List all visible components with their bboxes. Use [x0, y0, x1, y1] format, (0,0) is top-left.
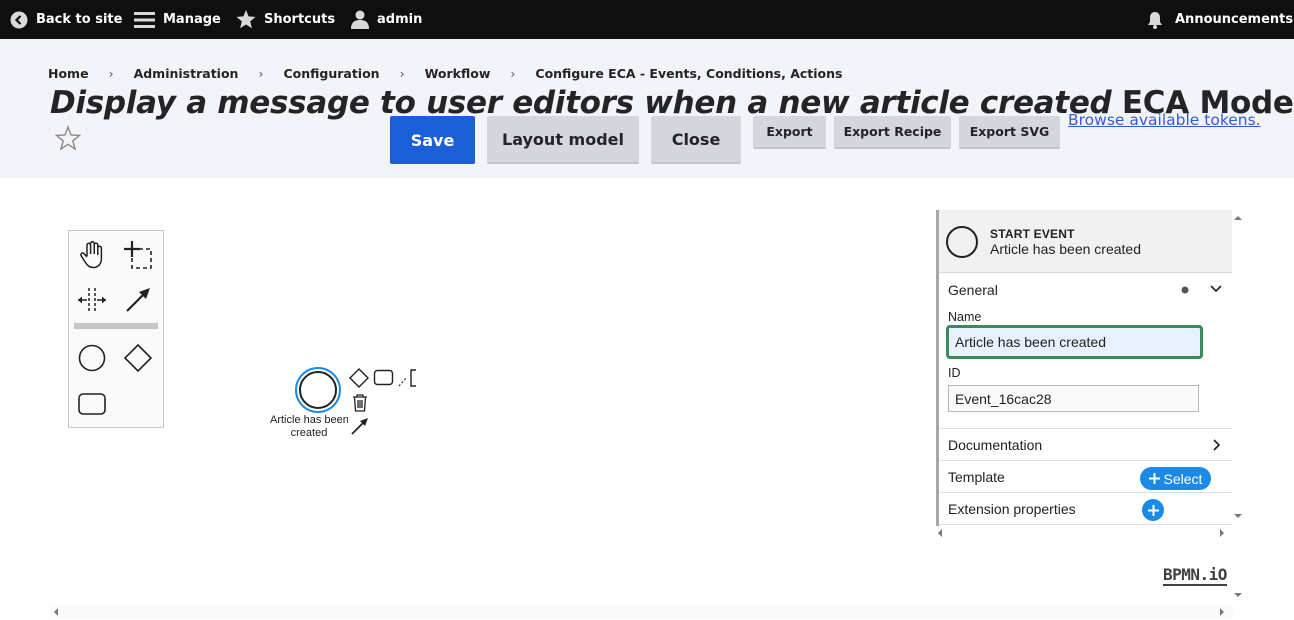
- breadcrumb-separator-icon: ›: [258, 66, 264, 81]
- breadcrumb-home[interactable]: Home: [48, 66, 89, 81]
- breadcrumb-separator-icon: ›: [399, 66, 405, 81]
- global-connect-tool[interactable]: [118, 280, 158, 320]
- layout-model-button[interactable]: Layout model: [487, 116, 639, 164]
- name-field[interactable]: Article has been created: [946, 325, 1203, 359]
- start-event-icon: [946, 226, 978, 258]
- breadcrumb-configuration[interactable]: Configuration: [283, 66, 379, 81]
- start-event-node[interactable]: [294, 366, 342, 414]
- connect-arrow-icon: [126, 288, 150, 312]
- start-event-label: Article has been created: [270, 414, 348, 439]
- manage-label: Manage: [163, 12, 221, 27]
- favorite-star-icon[interactable]: [55, 125, 81, 151]
- breadcrumb: Home › Administration › Configuration › …: [48, 66, 842, 81]
- user-icon: [351, 10, 369, 29]
- chevron-down-icon[interactable]: [1210, 284, 1222, 294]
- canvas-horizontal-scrollbar[interactable]: [50, 605, 1234, 619]
- append-gateway-icon[interactable]: [349, 368, 369, 388]
- user-menu[interactable]: admin: [351, 0, 422, 39]
- back-to-site-link[interactable]: Back to site: [10, 0, 122, 39]
- create-gateway-tool[interactable]: [118, 338, 158, 378]
- properties-header: START EVENT Article has been created: [939, 210, 1232, 273]
- hand-tool[interactable]: [72, 235, 112, 275]
- bell-icon: [1148, 11, 1162, 29]
- breadcrumb-workflow[interactable]: Workflow: [425, 66, 491, 81]
- general-group-header[interactable]: General: [948, 282, 998, 298]
- star-icon: [236, 10, 256, 29]
- append-task-icon[interactable]: [373, 369, 395, 387]
- canvas-scroll-down-icon[interactable]: [1233, 590, 1243, 600]
- canvas-scroll-right-icon[interactable]: [1217, 607, 1227, 617]
- panel-scroll-left-icon[interactable]: [935, 528, 945, 538]
- chevron-right-icon: [1213, 439, 1220, 451]
- create-start-event-tool[interactable]: [72, 338, 112, 378]
- bpmn-io-logo[interactable]: BPMN.iO: [1163, 566, 1227, 586]
- id-field[interactable]: Event_16cac28: [948, 385, 1199, 412]
- palette-separator: [74, 323, 158, 329]
- export-svg-button[interactable]: Export SVG: [959, 116, 1060, 149]
- panel-scroll-right-icon[interactable]: [1217, 528, 1227, 538]
- modeler-palette: [68, 230, 164, 428]
- page-header: Home › Administration › Configuration › …: [0, 39, 1294, 178]
- properties-panel: START EVENT Article has been created Gen…: [936, 210, 1232, 526]
- documentation-header: Documentation: [948, 437, 1043, 453]
- connect-arrow-icon[interactable]: [350, 416, 370, 436]
- documentation-group[interactable]: Documentation: [939, 429, 1232, 461]
- dot-indicator-icon: [1181, 286, 1189, 294]
- delete-trash-icon[interactable]: [350, 393, 370, 413]
- hand-icon: [80, 241, 103, 269]
- shortcuts-menu[interactable]: Shortcuts: [236, 0, 335, 39]
- task-icon: [78, 393, 106, 415]
- breadcrumb-separator-icon: ›: [108, 66, 114, 81]
- space-tool[interactable]: [72, 280, 112, 320]
- lasso-icon: [124, 241, 152, 269]
- hamburger-icon: [134, 11, 155, 28]
- canvas-scroll-left-icon[interactable]: [51, 607, 61, 617]
- manage-menu[interactable]: Manage: [134, 0, 221, 39]
- template-header: Template: [948, 469, 1005, 485]
- save-button[interactable]: Save: [390, 116, 475, 164]
- user-label: admin: [377, 12, 423, 27]
- export-button[interactable]: Export: [753, 116, 826, 149]
- create-task-tool[interactable]: [72, 384, 112, 424]
- element-name: Article has been created: [990, 241, 1141, 257]
- text-annotation-icon[interactable]: [397, 368, 419, 388]
- plus-icon: [1148, 473, 1160, 484]
- select-label: Select: [1163, 470, 1203, 487]
- announcements-link[interactable]: Announcements: [1147, 0, 1293, 39]
- plus-icon: [1147, 504, 1159, 516]
- announcements-label: Announcements: [1175, 12, 1294, 27]
- breadcrumb-configure-eca[interactable]: Configure ECA - Events, Conditions, Acti…: [535, 66, 842, 81]
- browse-tokens-link[interactable]: Browse available tokens.: [1068, 111, 1261, 129]
- lasso-tool[interactable]: [118, 235, 158, 275]
- back-to-site-label: Back to site: [36, 12, 123, 27]
- template-select-button[interactable]: Select: [1140, 467, 1211, 490]
- breadcrumb-separator-icon: ›: [510, 66, 516, 81]
- panel-scroll-up-icon[interactable]: [1233, 213, 1243, 223]
- space-tool-icon: [78, 288, 106, 312]
- admin-toolbar: Back to site Manage Shortcuts admin Anno…: [0, 0, 1294, 39]
- start-event-icon: [78, 344, 106, 372]
- export-recipe-button[interactable]: Export Recipe: [834, 116, 951, 149]
- id-field-label: ID: [948, 366, 961, 380]
- panel-scroll-down-icon[interactable]: [1233, 511, 1243, 521]
- gateway-icon: [123, 343, 153, 373]
- extension-properties-header: Extension properties: [948, 501, 1076, 517]
- breadcrumb-administration[interactable]: Administration: [134, 66, 239, 81]
- shortcuts-label: Shortcuts: [264, 12, 336, 27]
- name-field-label: Name: [948, 310, 982, 324]
- back-arrow-icon: [10, 11, 28, 28]
- close-button[interactable]: Close: [651, 116, 741, 164]
- extension-properties-group: Extension properties: [939, 493, 1232, 525]
- add-extension-property-button[interactable]: [1142, 499, 1164, 521]
- element-type: START EVENT: [990, 227, 1075, 241]
